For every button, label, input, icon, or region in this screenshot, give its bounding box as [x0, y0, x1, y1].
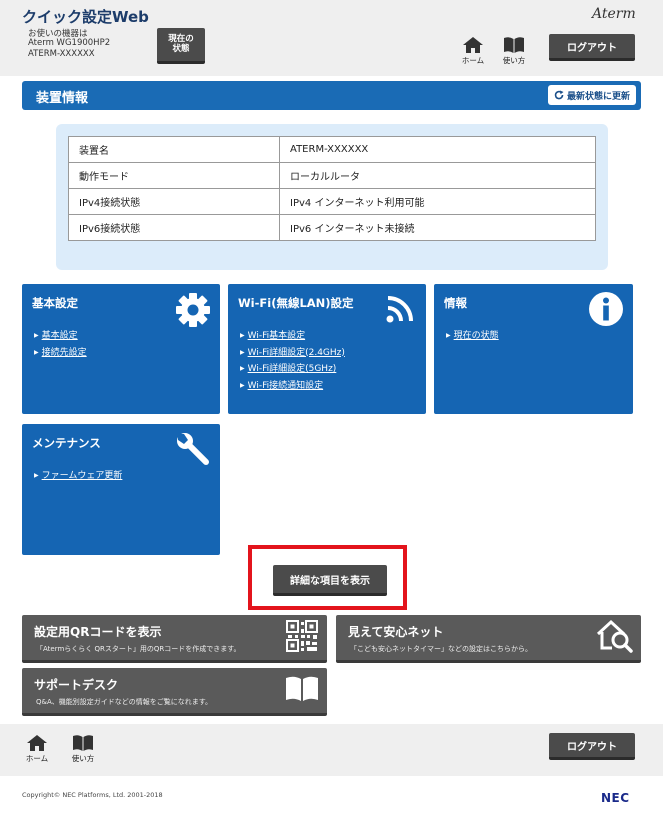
refresh-button[interactable]: 最新状態に更新: [547, 85, 636, 105]
manual-link[interactable]: 使い方: [500, 36, 528, 66]
footer-manual-link[interactable]: 使い方: [68, 734, 98, 764]
tile-title: メンテナンス: [32, 436, 101, 450]
row-key: IPv6接続状態: [68, 214, 280, 241]
nec-logo: NEC: [601, 791, 630, 805]
device-model: Aterm WG1900HP2: [28, 38, 111, 48]
logout-label: ログアウト: [567, 42, 617, 54]
table-row: IPv4接続状態 IPv4 インターネット利用可能: [68, 188, 596, 215]
wifi-icon: [386, 296, 413, 323]
qr-code-banner[interactable]: 設定用QRコードを表示 「Atermらくらく QRスタート」用のQRコードを作成…: [22, 615, 327, 663]
footer-home-link[interactable]: ホーム: [22, 734, 52, 764]
house-search-icon: [596, 619, 633, 653]
link-wifi-detail-24[interactable]: ▶ Wi-Fi詳細設定(2.4GHz): [240, 345, 345, 362]
banner-title: 見えて安心ネット: [348, 625, 444, 639]
home-icon: [27, 735, 47, 751]
manual-label: 使い方: [502, 56, 526, 65]
device-info-title: 装置情報: [36, 91, 89, 106]
banner-subtitle: Q&A、機能別設定ガイドなどの情報をご覧になれます。: [36, 698, 213, 706]
qr-code-icon: [286, 620, 318, 652]
open-book-icon: [286, 676, 318, 701]
book-icon: [504, 37, 524, 53]
banner-title: サポートデスク: [34, 678, 119, 692]
tile-basic-settings: 基本設定 ▶ 基本設定 ▶ 接続先設定: [22, 284, 220, 414]
home-link[interactable]: ホーム: [459, 36, 487, 66]
row-value: IPv6 インターネット未接続: [279, 214, 596, 241]
link-wifi-detail-5[interactable]: ▶ Wi-Fi詳細設定(5GHz): [240, 361, 345, 378]
row-key: 動作モード: [68, 162, 280, 189]
current-status-button[interactable]: 現在の 状態: [157, 28, 205, 64]
wrench-icon: [177, 433, 209, 465]
link-wifi-basic[interactable]: ▶ Wi-Fi基本設定: [240, 328, 345, 345]
device-name: ATERM-XXXXXX: [28, 49, 95, 59]
row-key: 装置名: [68, 136, 280, 163]
logout-label: ログアウト: [567, 741, 617, 753]
tile-info: 情報 ▶ 現在の状態: [434, 284, 633, 414]
footer-logout-button[interactable]: ログアウト: [549, 733, 635, 760]
show-details-button[interactable]: 詳細な項目を表示: [273, 565, 387, 596]
copyright-text: Copyright© NEC Platforms, Ltd. 2001-2018: [22, 791, 163, 799]
device-info-panel: 装置名 ATERM-XXXXXX 動作モード ローカルルータ IPv4接続状態 …: [56, 124, 608, 270]
row-value: ローカルルータ: [279, 162, 596, 189]
home-label: ホーム: [461, 56, 485, 65]
refresh-icon: [554, 90, 564, 100]
home-icon: [463, 37, 483, 53]
aterm-logo: Aterm: [592, 6, 636, 22]
link-connection-settings[interactable]: ▶ 接続先設定: [34, 345, 87, 362]
info-icon: [589, 292, 623, 326]
current-status-label: 現在の 状態: [168, 33, 194, 54]
tile-maintenance: メンテナンス ▶ ファームウェア更新: [22, 424, 220, 555]
home-label: ホーム: [25, 754, 49, 763]
link-basic-settings[interactable]: ▶ 基本設定: [34, 328, 87, 345]
tile-title: Wi-Fi(無線LAN)設定: [238, 296, 354, 310]
support-desk-banner[interactable]: サポートデスク Q&A、機能別設定ガイドなどの情報をご覧になれます。: [22, 668, 327, 716]
link-wifi-notify[interactable]: ▶ Wi-Fi接続通知設定: [240, 378, 345, 395]
link-firmware-update[interactable]: ▶ ファームウェア更新: [34, 468, 122, 485]
link-current-status[interactable]: ▶ 現在の状態: [446, 328, 499, 345]
row-value: IPv4 インターネット利用可能: [279, 188, 596, 215]
banner-subtitle: 「こども安心ネットタイマー」などの設定はこちらから。: [350, 645, 532, 653]
table-row: IPv6接続状態 IPv6 インターネット未接続: [68, 214, 596, 241]
safe-net-banner[interactable]: 見えて安心ネット 「こども安心ネットタイマー」などの設定はこちらから。: [336, 615, 641, 663]
gear-icon: [176, 293, 210, 327]
row-value: ATERM-XXXXXX: [279, 136, 596, 163]
table-row: 装置名 ATERM-XXXXXX: [68, 136, 596, 163]
row-key: IPv4接続状態: [68, 188, 280, 215]
show-details-label: 詳細な項目を表示: [290, 575, 370, 587]
device-info-header: 装置情報 最新状態に更新: [22, 81, 641, 110]
refresh-label: 最新状態に更新: [566, 91, 630, 102]
manual-label: 使い方: [71, 754, 95, 763]
logout-button[interactable]: ログアウト: [549, 34, 635, 61]
table-row: 動作モード ローカルルータ: [68, 162, 596, 189]
tile-wifi-settings: Wi-Fi(無線LAN)設定 ▶ Wi-Fi基本設定 ▶ Wi-Fi詳細設定(2.4…: [228, 284, 426, 414]
book-icon: [73, 735, 93, 751]
banner-title: 設定用QRコードを表示: [34, 625, 162, 639]
tile-title: 基本設定: [32, 296, 78, 310]
banner-subtitle: 「Atermらくらく QRスタート」用のQRコードを作成できます。: [36, 645, 241, 653]
device-info-table: 装置名 ATERM-XXXXXX 動作モード ローカルルータ IPv4接続状態 …: [68, 136, 596, 241]
tile-title: 情報: [444, 296, 467, 310]
app-title: クイック設定Web: [22, 8, 149, 26]
